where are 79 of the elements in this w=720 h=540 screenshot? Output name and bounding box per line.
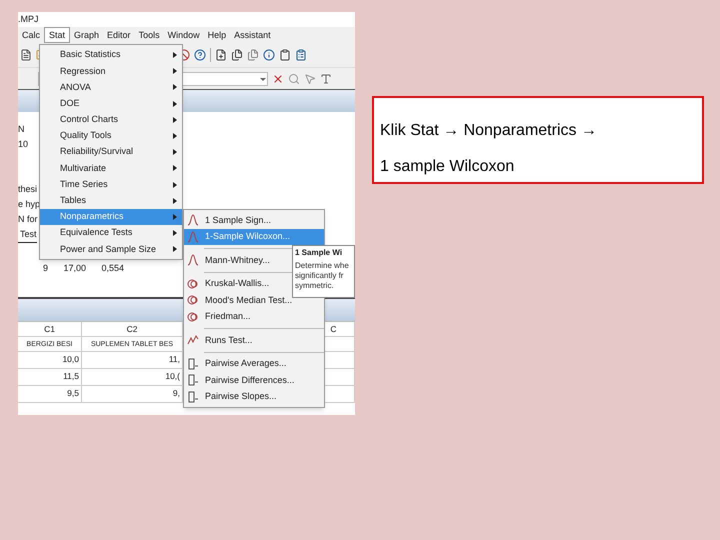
caret-icon (173, 116, 177, 123)
clipboard-icon[interactable] (295, 49, 307, 61)
menu-option[interactable]: Pairwise Slopes... (184, 388, 324, 405)
rings-icon (187, 310, 199, 323)
menu-item[interactable]: Graph (70, 27, 104, 43)
caret-icon (173, 198, 177, 204)
menu-option[interactable]: Tables (40, 192, 182, 209)
menu-option[interactable]: Time Series (40, 176, 182, 193)
menu-option[interactable]: Reliability/Survival (40, 144, 182, 160)
rings-icon (187, 294, 199, 306)
slide-text: 1 sample Wilcoxon (380, 157, 514, 177)
menu-option[interactable]: Equivalence Tests (40, 225, 182, 242)
caret-icon (173, 246, 177, 252)
rings-icon (187, 278, 199, 290)
document-icon[interactable] (20, 49, 32, 61)
bracket-icon (187, 390, 199, 403)
table-cell: 9,5 (18, 386, 82, 403)
menu-option[interactable]: Pairwise Differences... (184, 372, 324, 388)
tooltip-text: significantly fr (295, 271, 344, 281)
output-text: N for (18, 213, 38, 226)
bell-curve-icon (187, 214, 199, 226)
zigzag-icon (187, 334, 199, 346)
close-icon[interactable] (272, 72, 284, 84)
menu-option[interactable]: Quality Tools (40, 128, 182, 144)
column-header: C1 (18, 322, 82, 337)
bracket-icon (187, 358, 199, 370)
menu-item[interactable]: Editor (103, 27, 135, 43)
output-text: thesi (18, 183, 38, 196)
clipboard-icon[interactable] (279, 49, 291, 61)
caret-icon (173, 133, 177, 140)
help-icon[interactable] (194, 49, 206, 61)
menu-option[interactable]: Regression (40, 63, 182, 80)
documents-icon[interactable] (231, 49, 243, 61)
menu-item[interactable]: Help (204, 27, 230, 43)
table-cell-text: 9 (42, 262, 48, 275)
tooltip-text: symmetric. (295, 281, 335, 291)
menu-option[interactable]: Power and Sample Size (40, 241, 182, 258)
caret-icon (173, 84, 177, 90)
column-header: C2 (82, 322, 183, 337)
caret-icon (259, 76, 267, 82)
caret-icon (173, 214, 177, 220)
window-title: .MPJ (18, 12, 39, 26)
bracket-icon (187, 374, 199, 386)
output-text: N (18, 123, 24, 136)
bell-curve-icon (187, 254, 199, 266)
bell-curve-icon (187, 230, 199, 243)
menu-option[interactable]: Mood's Median Test... (184, 292, 324, 308)
table-cell: 10,0 (18, 352, 82, 369)
caret-icon (173, 52, 177, 58)
caret-icon (173, 149, 177, 156)
table-header: Test (18, 227, 37, 243)
tooltip-text: Determine whe (295, 261, 350, 271)
menu-item[interactable]: Window (164, 27, 204, 43)
menu-option[interactable]: Pairwise Averages... (184, 356, 324, 372)
table-cell-text: 17,00 (62, 262, 86, 275)
menu-item[interactable]: Assistant (230, 27, 275, 43)
menu-option[interactable]: ANOVA (40, 79, 182, 96)
caret-icon (173, 182, 177, 188)
menu-option[interactable]: Control Charts (40, 112, 182, 128)
text-tool-icon[interactable] (320, 72, 332, 84)
menu-item[interactable]: Tools (134, 27, 164, 43)
new-document-icon[interactable] (215, 49, 227, 61)
caret-icon (173, 100, 177, 107)
tooltip-title: 1 Sample Wi (295, 248, 344, 258)
info-icon[interactable] (263, 49, 275, 61)
caret-icon (173, 68, 177, 74)
menu-option[interactable]: Basic Statistics (40, 47, 182, 64)
menu-option[interactable]: Friedman... (184, 308, 324, 325)
menu-option[interactable]: 1 Sample Sign... (184, 212, 324, 228)
menu-option[interactable]: Multivariate (40, 160, 182, 176)
menu-item[interactable]: Calc (18, 27, 44, 43)
slide-text: Klik Stat → Nonparametrics → (380, 121, 597, 141)
caret-icon (173, 165, 177, 172)
caret-icon (173, 230, 177, 236)
output-text: 10 (18, 138, 28, 151)
table-cell: 11,5 (18, 369, 82, 386)
menu-option[interactable]: DOE (40, 96, 182, 112)
menu-item[interactable]: Stat (44, 27, 70, 43)
table-cell-text: 0,554 (100, 262, 124, 275)
